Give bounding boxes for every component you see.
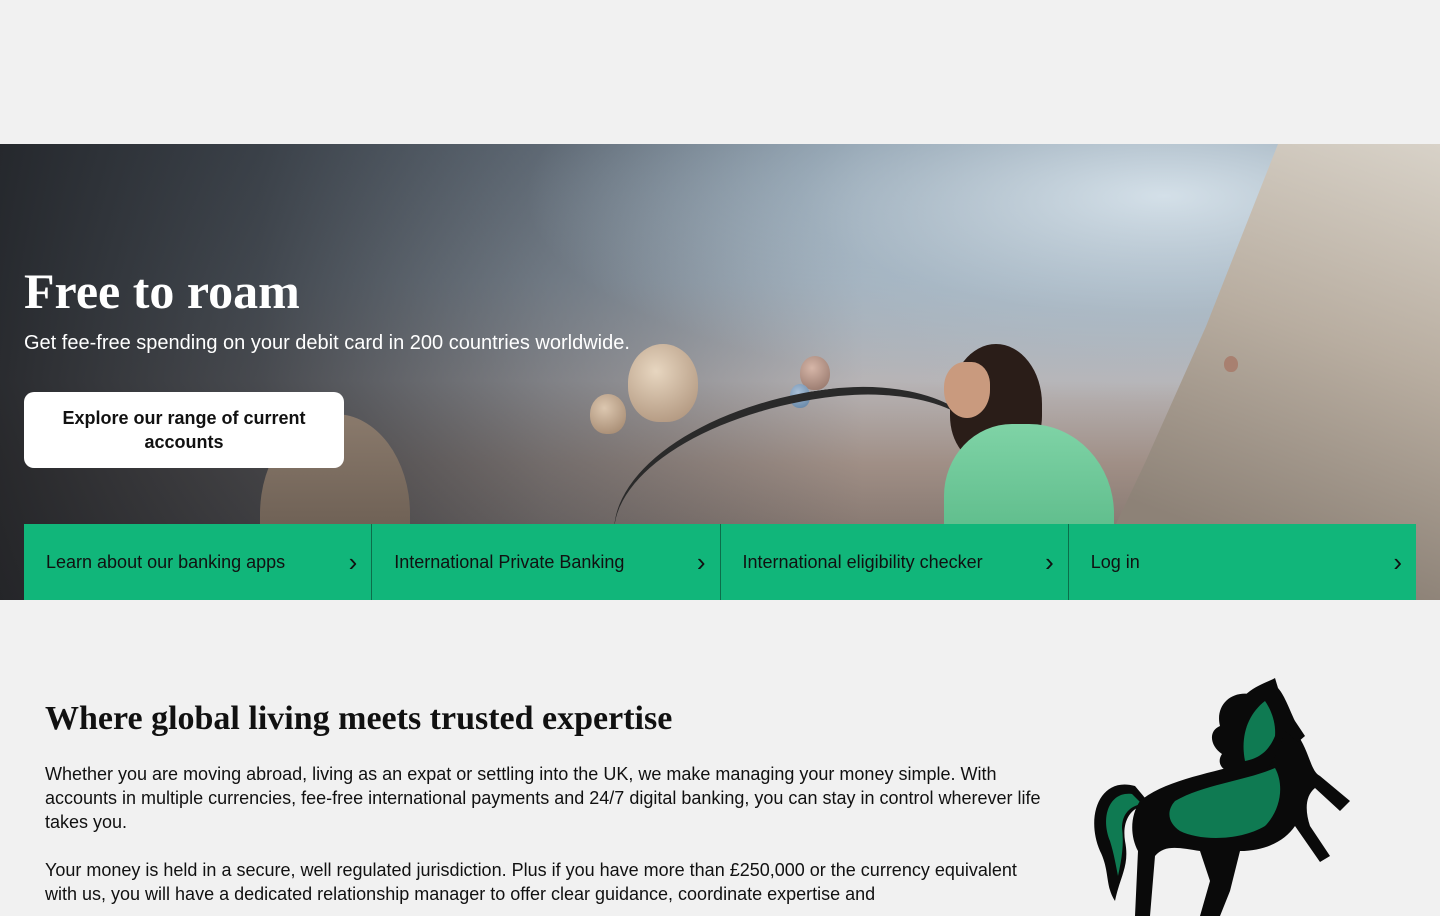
quick-link-eligibility-checker[interactable]: International eligibility checker ›: [720, 524, 1069, 600]
section-title: Where global living meets trusted expert…: [45, 700, 673, 737]
hero-subtitle: Get fee-free spending on your debit card…: [24, 332, 630, 354]
hero-title: Free to roam: [24, 263, 300, 319]
chevron-right-icon: ›: [1393, 547, 1402, 577]
quick-links-bar: Learn about our banking apps › Internati…: [24, 524, 1416, 600]
section-paragraph: Your money is held in a secure, well reg…: [45, 860, 1017, 904]
chevron-right-icon: ›: [348, 547, 358, 577]
quick-link-banking-apps[interactable]: Learn about our banking apps ›: [24, 524, 373, 600]
quick-link-label: International Private Banking: [394, 551, 625, 572]
quick-link-label: International eligibility checker: [742, 551, 983, 572]
quick-link-log-in[interactable]: Log in ›: [1068, 524, 1416, 600]
section-paragraph: Whether you are moving abroad, living as…: [45, 764, 1041, 832]
quick-link-private-banking[interactable]: International Private Banking ›: [372, 524, 721, 600]
top-banner-area: [0, 0, 1440, 144]
hero-image-person-face: [944, 362, 990, 418]
hot-air-balloon: [628, 344, 698, 422]
chevron-right-icon: ›: [696, 547, 706, 577]
hot-air-balloon: [1224, 356, 1238, 372]
quick-link-label: Log in: [1090, 551, 1140, 572]
black-horse-logo: [1094, 678, 1350, 916]
explore-current-accounts-button[interactable]: Explore our range of current accounts: [24, 392, 344, 468]
quick-link-label: Learn about our banking apps: [46, 551, 286, 572]
chevron-right-icon: ›: [1045, 547, 1054, 577]
hot-air-balloon: [590, 394, 626, 434]
